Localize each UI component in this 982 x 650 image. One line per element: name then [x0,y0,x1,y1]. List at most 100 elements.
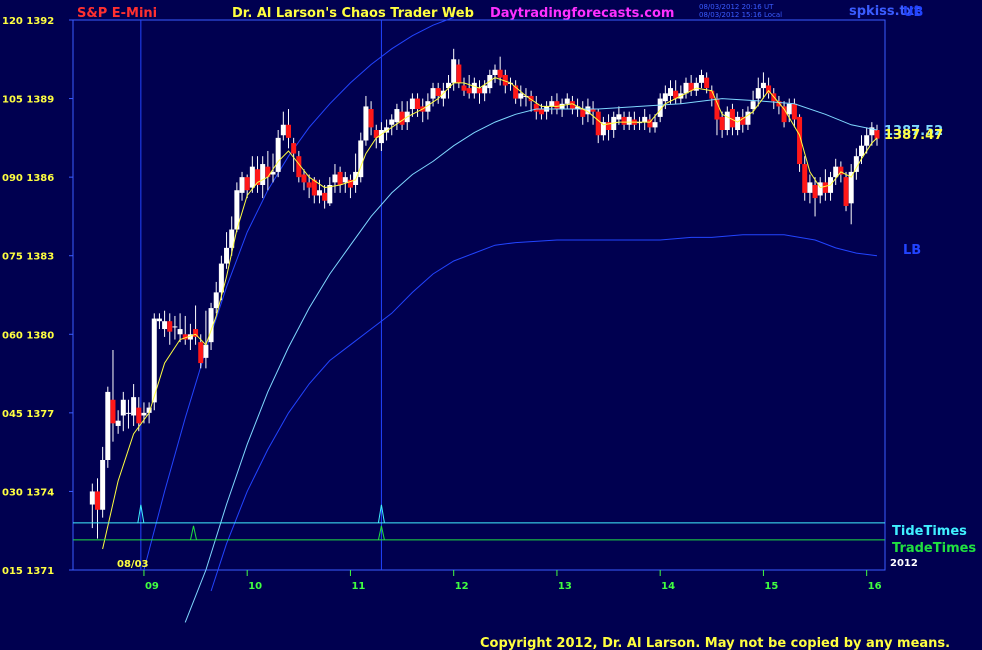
candle-down [301,174,307,183]
candle-down [136,407,142,424]
candle-up [430,88,436,99]
candle-up [807,182,813,193]
y-tick-label: 015 1371 [2,566,54,577]
upper-band-label: UB [903,5,923,20]
candle-up [518,93,524,99]
candle-down [368,109,374,128]
last-price-label: 1387.47 [884,128,943,143]
candle-up [786,103,792,115]
candle-up [105,391,111,460]
candle-down [167,321,173,332]
candle-up [280,124,286,136]
candle-up [549,101,555,107]
timestamp-local: 08/03/2012 15:16 Local [699,11,782,19]
candle-down [533,103,539,112]
candle-up [750,101,756,110]
candle-down [791,103,797,120]
candle-up [115,420,121,426]
candle-down [554,101,560,110]
candle-down [477,88,482,94]
candle-up [668,88,674,96]
candle-up [141,412,147,416]
date-label: 08/03 [117,559,149,570]
candle-up [394,109,400,123]
candle-up [662,93,668,102]
candle-down [466,88,472,94]
candle-up [224,247,230,264]
candle-down [802,164,808,193]
candle-up [203,344,209,358]
candle-up [564,98,570,104]
candle-up [652,122,658,128]
candle-up [249,166,255,188]
x-tick-label: 16 [868,581,882,592]
x-tick-label: 11 [351,581,365,592]
y-tick-label: 120 1392 [2,16,54,27]
candle-up [482,85,488,94]
candle-down [435,88,441,96]
candle-up [131,397,137,416]
chart-title: Dr. Al Larson's Chaos Trader Web [232,6,474,21]
tide-times-label: TideTimes [892,524,967,539]
candle-up [642,116,648,123]
candle-up [125,412,131,414]
candle-down [198,342,204,364]
candle-up [363,106,369,141]
candle-down [291,143,297,154]
year-label: 2012 [890,558,918,569]
candle-up [559,103,565,110]
candle-up [683,82,689,94]
candle-down [94,491,100,510]
candle-up [859,145,865,157]
candle-down [306,182,312,188]
site-link[interactable]: Daytradingforecasts.com [490,6,674,21]
candle-down [322,192,328,201]
candle-down [110,399,116,424]
chart: S&P E-Mini Dr. Al Larson's Chaos Trader … [0,0,982,650]
symbol-label: S&P E-Mini [77,6,157,21]
candle-down [822,182,828,193]
candle-up [316,190,322,196]
candle-down [595,111,601,136]
candle-down [399,111,405,125]
candle-up [864,135,870,146]
candle-up [389,119,395,125]
candle-up [120,399,126,416]
y-tick-label: 105 1389 [2,95,54,106]
candle-up [213,292,219,309]
candle-up [724,111,730,130]
copyright-notice: Copyright 2012, Dr. Al Larson. May not b… [480,636,950,650]
candle-up [471,82,477,94]
candle-up [760,82,766,89]
y-tick-label: 030 1374 [2,487,54,498]
candle-up [177,329,183,335]
x-tick-label: 09 [145,581,159,592]
candle-down [265,166,271,178]
candle-up [172,326,178,328]
candle-up [735,116,741,130]
candle-up [332,174,338,183]
candle-up [260,164,266,185]
candle-up [239,177,245,193]
candle-up [446,82,452,89]
x-tick-label: 14 [661,581,675,592]
candle-down [461,85,467,91]
candle-down [874,130,880,139]
candle-up [755,88,761,99]
x-tick-label: 13 [558,581,572,592]
candle-down [838,166,844,175]
candle-up [626,116,632,125]
background [0,0,982,650]
lower-band-label: LB [903,243,921,258]
y-tick-label: 075 1383 [2,252,54,263]
candle-down [337,171,343,185]
x-tick-label: 12 [455,581,469,592]
candle-up [378,130,384,144]
candle-up [698,75,704,83]
candle-down [456,64,462,83]
candle-down [244,177,250,191]
x-tick-label: 15 [764,581,778,592]
candle-up [327,185,333,204]
candle-down [621,116,627,125]
y-tick-label: 090 1386 [2,173,54,184]
